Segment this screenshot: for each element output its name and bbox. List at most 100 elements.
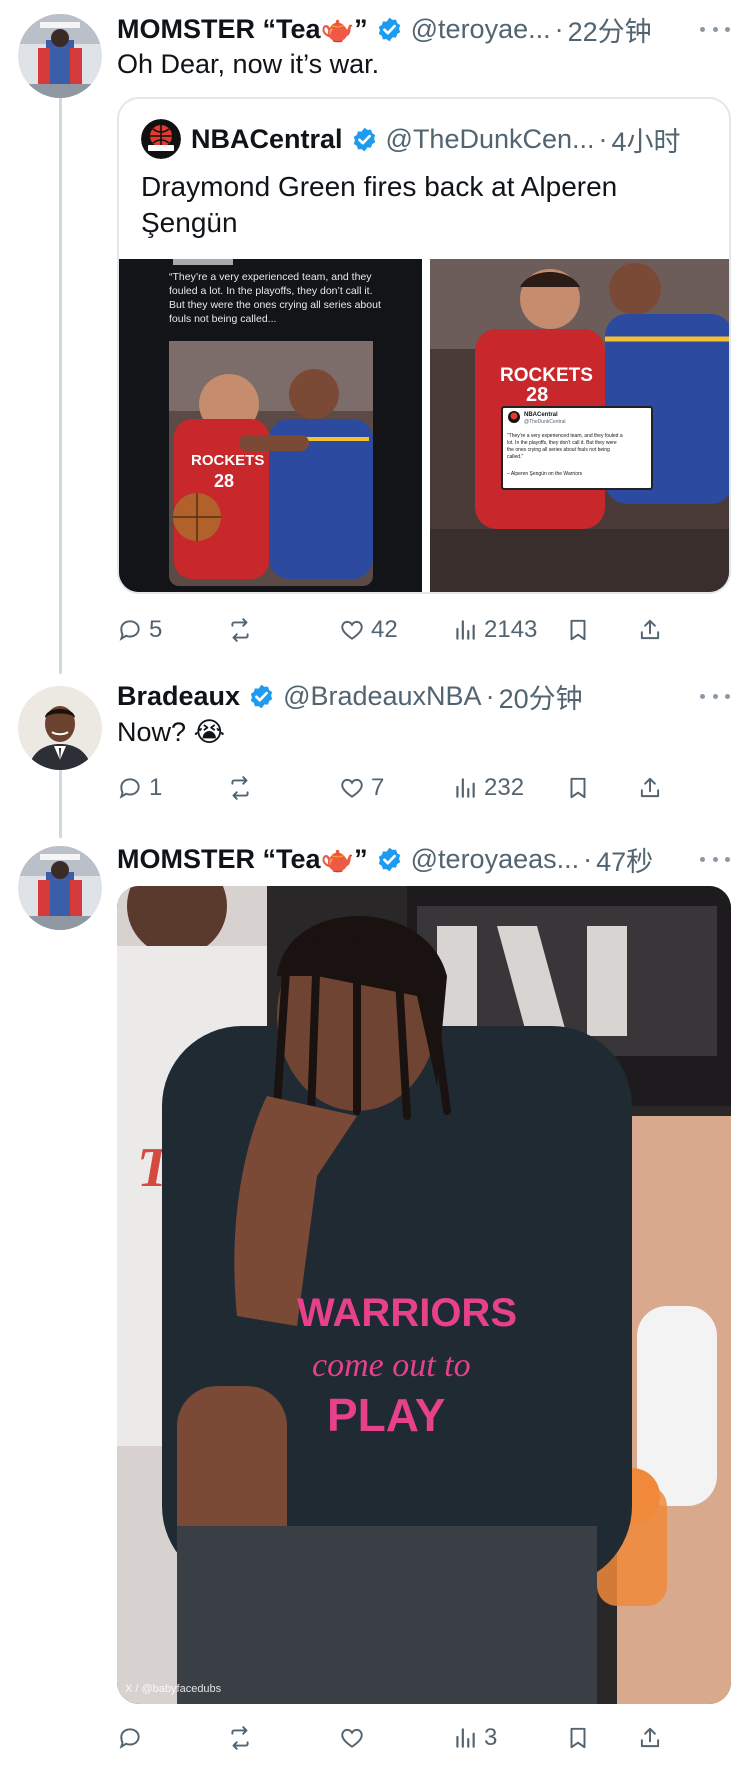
heart-icon [341,778,363,798]
bookmark-button[interactable] [565,1718,597,1758]
svg-text:come out to: come out to [312,1347,471,1384]
tweet-header: MOMSTER “Tea🫖” @teroyae... · 22分钟 [117,10,730,49]
like-button[interactable] [339,1718,371,1758]
svg-text:PLAY: PLAY [327,1389,445,1441]
views-count: 2143 [484,616,538,643]
tweet[interactable]: Bradeaux @BradeauxNBA · 20分钟 Now? 😭 1 7 … [0,676,750,836]
views-button[interactable]: 232 [452,768,524,808]
svg-text:called.”: called.” [507,454,523,460]
retweet-icon [231,776,249,800]
retweet-button[interactable] [227,768,259,808]
timestamp[interactable]: 22分钟 [568,10,652,49]
retweet-button[interactable] [227,1718,259,1758]
svg-text:“They’re a very experienced te: “They’re a very experienced team, and th… [507,433,623,439]
author-name[interactable]: Bradeaux [117,681,240,712]
views-chart-icon [456,620,475,640]
like-count: 7 [371,774,385,801]
tweet-actions: 5 42 2143 [117,610,729,650]
like-count: 42 [371,616,398,643]
svg-text:lot. In the playoffs, they don: lot. In the playoffs, they don’t call it… [507,440,617,446]
svg-text:28: 28 [214,471,234,491]
share-button[interactable] [637,768,669,808]
reply-count: 1 [149,774,163,801]
quote-media-right[interactable]: ROCKETS 28 NBACentral @TheDunkCentral “T… [430,259,729,592]
author-name[interactable]: MOMSTER “Tea🫖” [117,13,368,45]
svg-text:28: 28 [526,384,548,406]
share-icon [640,777,660,798]
share-icon [640,1727,660,1748]
reply-icon [119,1728,140,1749]
views-count: 232 [484,774,525,801]
more-options-icon[interactable] [700,842,730,876]
quote-media-left[interactable]: “They’re a very experienced team, and th… [119,259,422,592]
author-name[interactable]: MOMSTER “Tea🫖” [117,843,368,875]
author-handle[interactable]: @BradeauxNBA [283,681,482,712]
quoted-tweet[interactable]: NBACentral @TheDunkCen... · 4小时 Draymond… [117,97,731,594]
svg-text:ROCKETS: ROCKETS [191,452,264,469]
avatar[interactable] [18,846,102,930]
bookmark-icon [570,1727,586,1749]
caption-line: “They’re a very experienced team, and th… [169,271,372,283]
quote-author-handle[interactable]: @TheDunkCen... [386,124,595,155]
reply-icon [119,620,140,641]
quote-timestamp[interactable]: 4小时 [612,120,681,159]
views-count: 3 [484,1724,498,1751]
views-button[interactable]: 2143 [452,610,537,650]
tweet-text: Now? 😭 [117,717,226,747]
bookmark-icon [570,777,586,799]
tweet-text: Oh Dear, now it’s war. [117,49,380,79]
verified-badge-icon [376,846,403,873]
nbacentral-logo-icon [141,119,181,159]
caption-line: fouls not being called... [169,313,276,325]
views-chart-icon [456,778,475,798]
views-chart-icon [456,1728,475,1748]
reply-button[interactable] [117,1718,149,1758]
separator-dot: · [485,680,495,711]
heart-icon [341,1728,363,1748]
separator-dot: · [598,123,608,154]
svg-text:ROCKETS: ROCKETS [500,365,593,386]
tweet-photo[interactable]: To credit WARRIORS come out to PLAY X / … [117,886,731,1704]
reply-button[interactable]: 1 [117,768,162,808]
tweet-actions: 1 7 232 [117,768,729,808]
tweet-actions: 3 [117,1718,729,1758]
quote-author-name[interactable]: NBACentral [191,124,343,155]
verified-badge-icon [351,126,378,153]
timestamp[interactable]: 20分钟 [499,677,583,716]
retweet-button[interactable] [227,610,259,650]
reply-button[interactable]: 5 [117,610,162,650]
separator-dot: · [583,843,593,874]
svg-text:the ones crying all series abo: the ones crying all series about fouls n… [507,447,610,453]
bookmark-button[interactable] [565,610,597,650]
quote-header: NBACentral @TheDunkCen... · 4小时 [141,119,713,159]
share-button[interactable] [637,1718,669,1758]
svg-text:@TheDunkCentral: @TheDunkCentral [524,419,565,425]
svg-text:NBACentral: NBACentral [524,412,558,418]
like-button[interactable]: 42 [339,610,398,650]
more-options-icon[interactable] [700,12,730,46]
quote-text: Draymond Green fires back at Alperen Şen… [141,171,618,238]
more-options-icon[interactable] [700,679,730,713]
timestamp[interactable]: 47秒 [596,840,653,879]
tweet-header: MOMSTER “Tea🫖” @teroyaeas... · 47秒 [117,840,730,879]
retweet-icon [231,618,249,642]
bookmark-button[interactable] [565,768,597,808]
tweet-header: Bradeaux @BradeauxNBA · 20分钟 [117,677,730,716]
bookmark-icon [570,619,586,641]
share-button[interactable] [637,610,669,650]
verified-badge-icon [248,683,275,710]
views-button[interactable]: 3 [452,1718,497,1758]
tweet[interactable]: MOMSTER “Tea🫖” @teroyae... · 22分钟 Oh Dea… [0,0,750,660]
caption-line: But they were the ones crying all series… [169,299,381,311]
tweet[interactable]: MOMSTER “Tea🫖” @teroyaeas... · 47秒 To cr… [0,836,750,1767]
verified-badge-icon [376,16,403,43]
svg-text:– Alperen Şengün on the Warrio: – Alperen Şengün on the Warriors [507,471,583,477]
author-handle[interactable]: @teroyaeas... [411,844,580,875]
retweet-icon [231,1726,249,1750]
avatar[interactable] [18,686,102,770]
svg-text:WARRIORS: WARRIORS [297,1291,517,1335]
like-button[interactable]: 7 [339,768,384,808]
author-handle[interactable]: @teroyae... [411,14,551,45]
avatar[interactable] [18,14,102,98]
caption-line: fouled a lot. In the playoffs, they don’… [169,285,373,297]
